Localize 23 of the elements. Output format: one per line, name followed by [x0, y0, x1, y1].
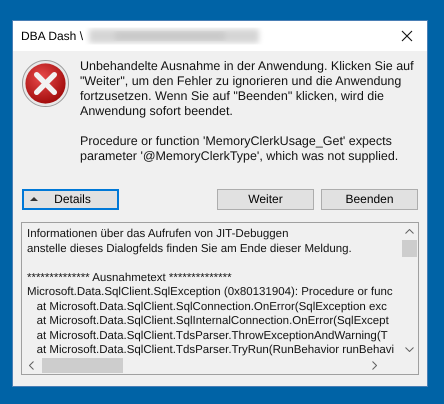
details-line: Microsoft.Data.SqlClient.SqlException (0x80131904): Procedure or func [27, 285, 393, 300]
error-message: Unbehandelte Ausnahme in der Anwendung. Klicken Sie auf "Weiter", um den Fehler zu ignorieren und die Anwendung fortzusetzen. Wenn Sie auf "Beenden" klicken, wird die Anwendung sofort beendet. [80, 59, 415, 119]
window-title: DBA Dash \ [21, 28, 84, 45]
details-line: ************** Ausnahmetext ************** [27, 270, 232, 285]
scroll-right-icon [372, 361, 377, 370]
error-message: Procedure or function 'MemoryClerkUsage_Get' expects parameter '@MemoryClerkType', which was not supplied. [80, 134, 400, 164]
dialog-button[interactable]: Weiter [217, 188, 314, 210]
close-icon [401, 30, 413, 42]
scroll-left-icon [29, 361, 34, 370]
details-line: Informationen über das Aufrufen von JIT-Debuggen [27, 227, 288, 242]
scroll-thumb[interactable] [42, 358, 123, 373]
caret-up-icon [30, 197, 38, 201]
details-line: anstelle dieses Dialogfelds finden Sie am Ende dieser Meldung. [27, 242, 352, 256]
details-toggle-button[interactable]: Details [22, 188, 119, 210]
scroll-up-icon [405, 229, 414, 234]
details-line: at Microsoft.Data.SqlClient.TdsParser.TryRun(RunBehavior runBehavi [36, 343, 394, 357]
details-line: at Microsoft.Data.SqlClient.TdsParser.ThrowExceptionAndWarning(T [36, 328, 388, 343]
details-line: at Microsoft.Data.SqlClient.SqlConnection.OnError(SqlException exc [36, 300, 387, 314]
scroll-thumb[interactable] [402, 240, 417, 257]
error-icon [21, 59, 70, 108]
dialog-button[interactable]: Beenden [321, 188, 418, 210]
details-line: at Microsoft.Data.SqlClient.SqlInternalConnection.OnError(SqlExcept [36, 314, 389, 328]
scroll-down-icon [405, 347, 414, 352]
